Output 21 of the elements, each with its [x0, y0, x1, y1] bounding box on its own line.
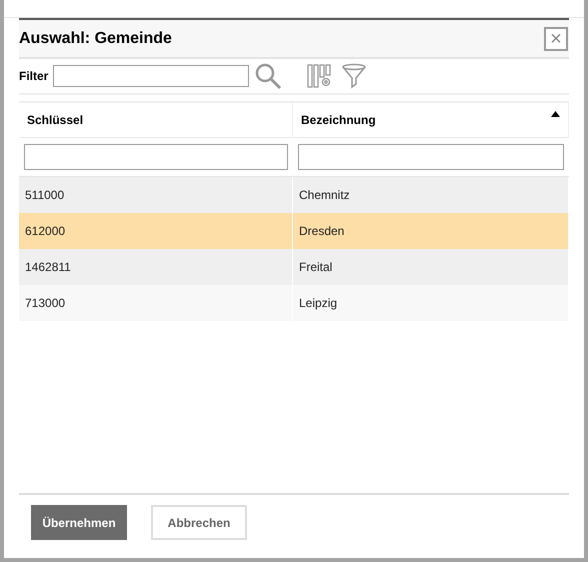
table-row[interactable]: 1462811 Freital: [19, 249, 569, 285]
column-filter-field[interactable]: [298, 144, 564, 170]
search-icon[interactable]: [254, 62, 282, 90]
table-row[interactable]: 511000 Chemnitz: [19, 177, 569, 213]
cancel-button[interactable]: Abbrechen: [151, 505, 247, 540]
column-title: Schlüssel: [27, 113, 84, 127]
filter-label: Filter: [19, 69, 48, 83]
table-cell: Leipzig: [293, 285, 569, 321]
close-button[interactable]: ×: [544, 26, 568, 50]
filter-icon[interactable]: [341, 63, 368, 89]
column-header[interactable]: Schlüssel: [19, 103, 293, 138]
filter-field[interactable]: [53, 65, 250, 87]
column-settings-icon[interactable]: [307, 64, 334, 88]
table-cell: 713000: [19, 285, 293, 321]
table-row[interactable]: 713000 Leipzig: [19, 285, 569, 321]
dialog-title: Auswahl: Gemeinde: [19, 30, 172, 48]
column-header[interactable]: Bezeichnung: [293, 103, 569, 138]
apply-button[interactable]: Übernehmen: [31, 505, 127, 540]
column-filter-field[interactable]: [24, 144, 288, 170]
table-row[interactable]: 612000 Dresden: [19, 213, 569, 249]
column-title: Bezeichnung: [301, 113, 376, 127]
